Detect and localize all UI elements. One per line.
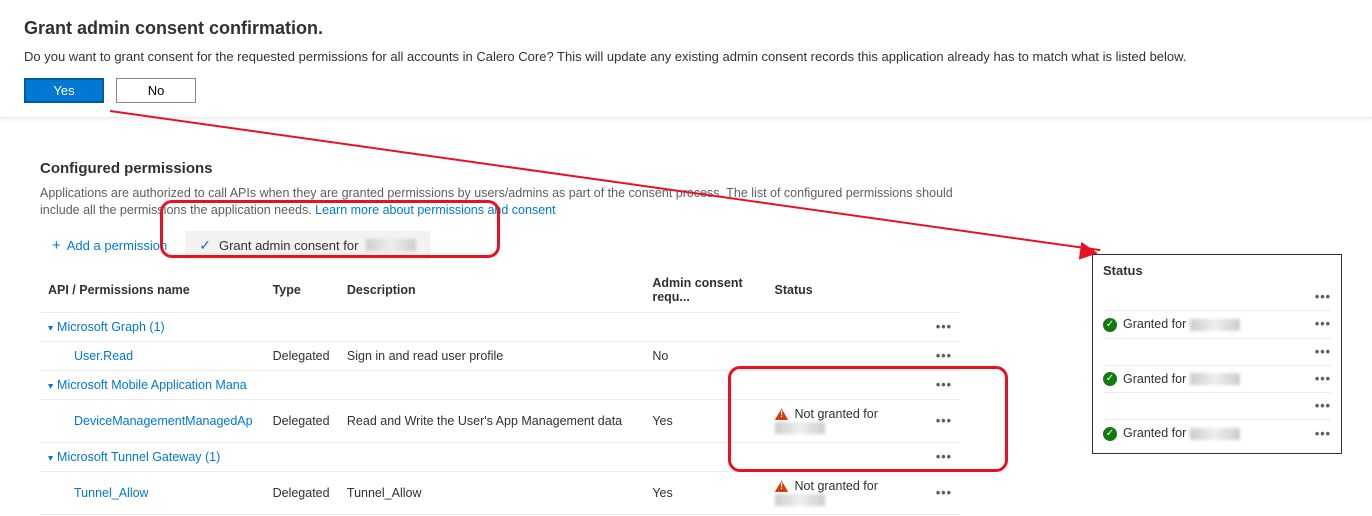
tenant-blur — [366, 239, 416, 251]
more-icon[interactable]: ••• — [1315, 345, 1331, 359]
header-consent: Admin consent requ... — [644, 270, 766, 313]
dialog-body: Do you want to grant consent for the req… — [24, 49, 1348, 64]
status-row: ✓ Granted for ••• — [1103, 420, 1331, 447]
chevron-down-icon: ▸ — [45, 384, 56, 389]
chevron-down-icon: ▸ — [45, 456, 56, 461]
permission-row: User.Read DelegatedSign in and read user … — [40, 341, 960, 370]
chevron-down-icon: ▸ — [45, 326, 56, 331]
success-icon: ✓ — [1103, 427, 1117, 441]
toolbar: + Add a permission ✓ Grant admin consent… — [44, 231, 960, 260]
more-icon[interactable]: ••• — [1315, 427, 1331, 441]
permission-type: Delegated — [265, 471, 339, 514]
permission-consent-required: No — [644, 341, 766, 370]
learn-more-link[interactable]: Learn more about permissions and consent — [315, 203, 555, 217]
status-result-panel: Status ••• ✓ Granted for ••• ••• ✓ Granted… — [1092, 254, 1342, 454]
warning-icon — [775, 408, 789, 420]
granted-label: Granted for — [1123, 426, 1186, 440]
configured-permissions-section: Configured permissions Applications are … — [40, 160, 960, 515]
api-group-row: ▸Microsoft Tunnel Gateway (1) ••• — [40, 442, 960, 471]
permission-name[interactable]: Tunnel_Allow — [48, 486, 257, 500]
section-desc: Applications are authorized to call APIs… — [40, 185, 960, 219]
api-group-row: ▸Microsoft Mobile Application Mana ••• — [40, 370, 960, 399]
success-icon: ✓ — [1103, 372, 1117, 386]
warning-icon — [775, 480, 789, 492]
more-icon[interactable]: ••• — [1315, 399, 1331, 413]
permission-name[interactable]: User.Read — [48, 349, 257, 363]
tenant-blur — [775, 422, 825, 434]
permissions-tbody: ▸Microsoft Graph (1) ••• User.Read Delegate… — [40, 312, 960, 514]
no-button[interactable]: No — [116, 78, 196, 103]
permission-status — [767, 341, 920, 370]
check-icon: ✓ — [199, 237, 211, 254]
permission-desc: Tunnel_Allow — [339, 471, 644, 514]
more-icon[interactable]: ••• — [936, 414, 952, 428]
permission-status: Not granted for — [767, 399, 920, 442]
more-icon[interactable]: ••• — [936, 349, 952, 363]
header-api: API / Permissions name — [40, 270, 265, 313]
more-icon[interactable]: ••• — [936, 320, 952, 334]
header-actions — [919, 270, 960, 313]
yes-button[interactable]: Yes — [24, 78, 104, 103]
dialog-buttons: Yes No — [24, 78, 1348, 103]
add-permission-button[interactable]: + Add a permission — [44, 231, 175, 260]
more-icon[interactable]: ••• — [1315, 317, 1331, 331]
status-row: ✓ Granted for ••• — [1103, 311, 1331, 339]
tenant-blur — [1190, 428, 1240, 440]
dialog-title: Grant admin consent confirmation. — [24, 18, 1348, 39]
permission-name[interactable]: DeviceManagementManagedAp — [48, 414, 257, 428]
api-group-label[interactable]: ▸Microsoft Mobile Application Mana — [40, 370, 919, 399]
permission-type: Delegated — [265, 341, 339, 370]
permission-desc: Sign in and read user profile — [339, 341, 644, 370]
permission-row: Tunnel_AllowDelegatedTunnel_AllowYesNot … — [40, 471, 960, 514]
tenant-blur — [775, 494, 825, 506]
status-row: ••• — [1103, 284, 1331, 311]
permission-row: DeviceManagementManagedAp DelegatedRead a… — [40, 399, 960, 442]
permission-consent-required: Yes — [644, 399, 766, 442]
header-desc: Description — [339, 270, 644, 313]
tenant-blur — [1190, 319, 1240, 331]
header-status: Status — [767, 270, 920, 313]
more-icon[interactable]: ••• — [936, 450, 952, 464]
more-icon[interactable]: ••• — [936, 378, 952, 392]
more-icon[interactable]: ••• — [936, 486, 952, 500]
permission-desc: Read and Write the User's App Management… — [339, 399, 644, 442]
api-group-row: ▸Microsoft Graph (1) ••• — [40, 312, 960, 341]
granted-label: Granted for — [1123, 317, 1186, 331]
more-icon[interactable]: ••• — [1315, 290, 1331, 304]
api-group-label[interactable]: ▸Microsoft Tunnel Gateway (1) — [40, 442, 919, 471]
api-group-label[interactable]: ▸Microsoft Graph (1) — [40, 312, 919, 341]
status-row: ✓ Granted for ••• — [1103, 366, 1331, 394]
plus-icon: + — [52, 237, 61, 254]
grant-consent-label: Grant admin consent for — [219, 238, 358, 253]
success-icon: ✓ — [1103, 318, 1117, 332]
section-title: Configured permissions — [40, 160, 960, 177]
permission-type: Delegated — [265, 399, 339, 442]
permission-consent-required: Yes — [644, 471, 766, 514]
status-row: ••• — [1103, 339, 1331, 366]
permissions-table: API / Permissions name Type Description … — [40, 270, 960, 515]
status-row: ••• — [1103, 393, 1331, 420]
header-type: Type — [265, 270, 339, 313]
granted-label: Granted for — [1123, 372, 1186, 386]
permission-status: Not granted for — [767, 471, 920, 514]
grant-admin-consent-button[interactable]: ✓ Grant admin consent for — [185, 231, 430, 260]
consent-dialog: Grant admin consent confirmation. Do you… — [0, 0, 1372, 118]
tenant-blur — [1190, 373, 1240, 385]
more-icon[interactable]: ••• — [1315, 372, 1331, 386]
add-permission-label: Add a permission — [67, 238, 167, 253]
status-panel-title: Status — [1103, 263, 1331, 278]
